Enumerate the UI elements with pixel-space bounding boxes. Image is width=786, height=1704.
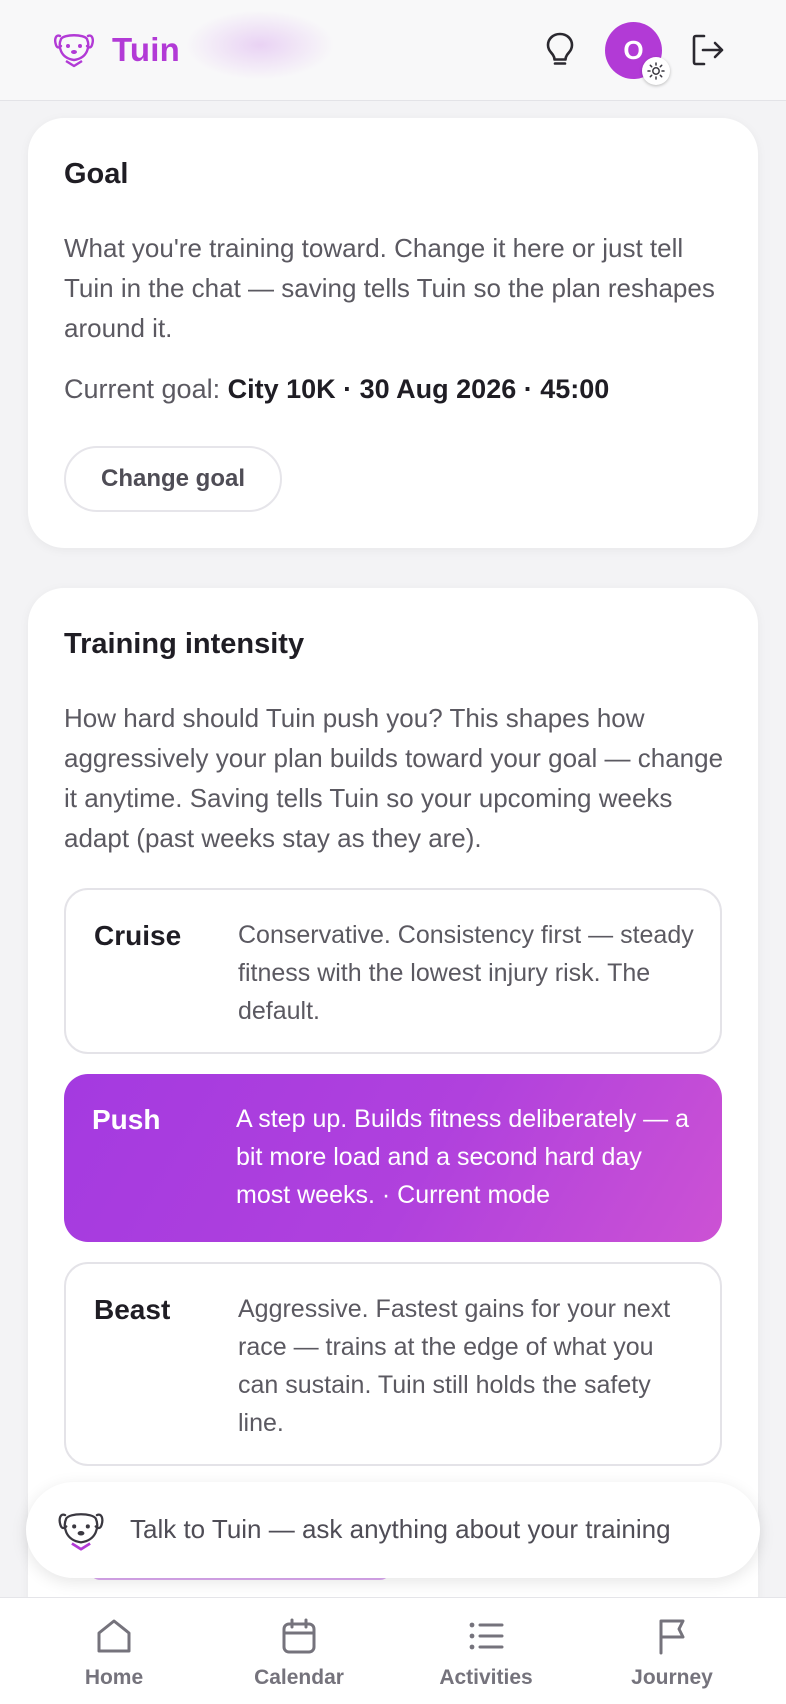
list-icon xyxy=(469,1622,504,1650)
chat-input-bar[interactable]: Talk to Tuin — ask anything about your t… xyxy=(26,1482,760,1578)
option-description: A step up. Builds fitness deliberately —… xyxy=(236,1105,690,1209)
option-name: Beast xyxy=(94,1294,171,1325)
nav-label: Activities xyxy=(439,1666,533,1689)
intensity-option-beast[interactable]: Beast Aggressive. Fastest gains for your… xyxy=(64,1262,722,1466)
avatar-initial: O xyxy=(623,35,644,65)
option-name: Push xyxy=(92,1104,161,1135)
current-goal: Current goal: City 10K · 30 Aug 2026 · 4… xyxy=(64,374,609,405)
option-description: Conservative. Consistency first — steady… xyxy=(238,921,694,1025)
nav-home[interactable]: Home xyxy=(44,1616,184,1690)
intensity-description: How hard should Tuin push you? This shap… xyxy=(64,703,724,853)
intensity-option-cruise[interactable]: Cruise Conservative. Consistency first —… xyxy=(64,888,722,1054)
nav-label: Calendar xyxy=(254,1666,344,1689)
nav-calendar[interactable]: Calendar xyxy=(229,1616,369,1690)
change-goal-button[interactable]: Change goal xyxy=(64,446,282,512)
app-header: Tuin O xyxy=(0,0,786,101)
calendar-icon xyxy=(282,1618,316,1654)
nav-label: Home xyxy=(84,1666,144,1689)
home-icon xyxy=(97,1619,131,1653)
app-name: Tuin xyxy=(112,31,180,68)
bottom-nav: Home Calendar Activities Journey xyxy=(0,1597,786,1704)
current-goal-value: City 10K · 30 Aug 2026 · 45:00 xyxy=(227,374,610,404)
tips-button[interactable] xyxy=(540,30,580,70)
logout-icon xyxy=(692,34,724,66)
lightbulb-icon xyxy=(546,32,574,65)
option-name: Cruise xyxy=(94,920,182,951)
logout-button[interactable] xyxy=(688,30,728,70)
current-goal-label: Current goal: xyxy=(64,374,221,404)
nav-activities[interactable]: Activities xyxy=(416,1616,556,1690)
dog-logo-icon xyxy=(54,34,94,68)
goal-title: Goal xyxy=(64,158,129,190)
sun-icon xyxy=(647,62,665,80)
avatar[interactable]: O xyxy=(605,22,670,85)
chat-prompt: Talk to Tuin — ask anything about your t… xyxy=(130,1514,671,1544)
goal-card: Goal What you're training toward. Change… xyxy=(28,118,758,548)
goal-description: What you're training toward. Change it h… xyxy=(64,233,715,343)
intensity-title: Training intensity xyxy=(64,628,305,660)
brand[interactable]: Tuin xyxy=(52,30,180,70)
flag-icon xyxy=(659,1619,685,1655)
nav-label: Journey xyxy=(631,1666,713,1689)
theme-toggle[interactable] xyxy=(642,57,670,85)
dog-logo-icon xyxy=(58,1513,104,1551)
option-description: Aggressive. Fastest gains for your next … xyxy=(238,1295,671,1437)
header-glow xyxy=(185,10,335,80)
intensity-option-push[interactable]: Push A step up. Builds fitness deliberat… xyxy=(64,1074,722,1242)
nav-journey[interactable]: Journey xyxy=(602,1616,742,1690)
